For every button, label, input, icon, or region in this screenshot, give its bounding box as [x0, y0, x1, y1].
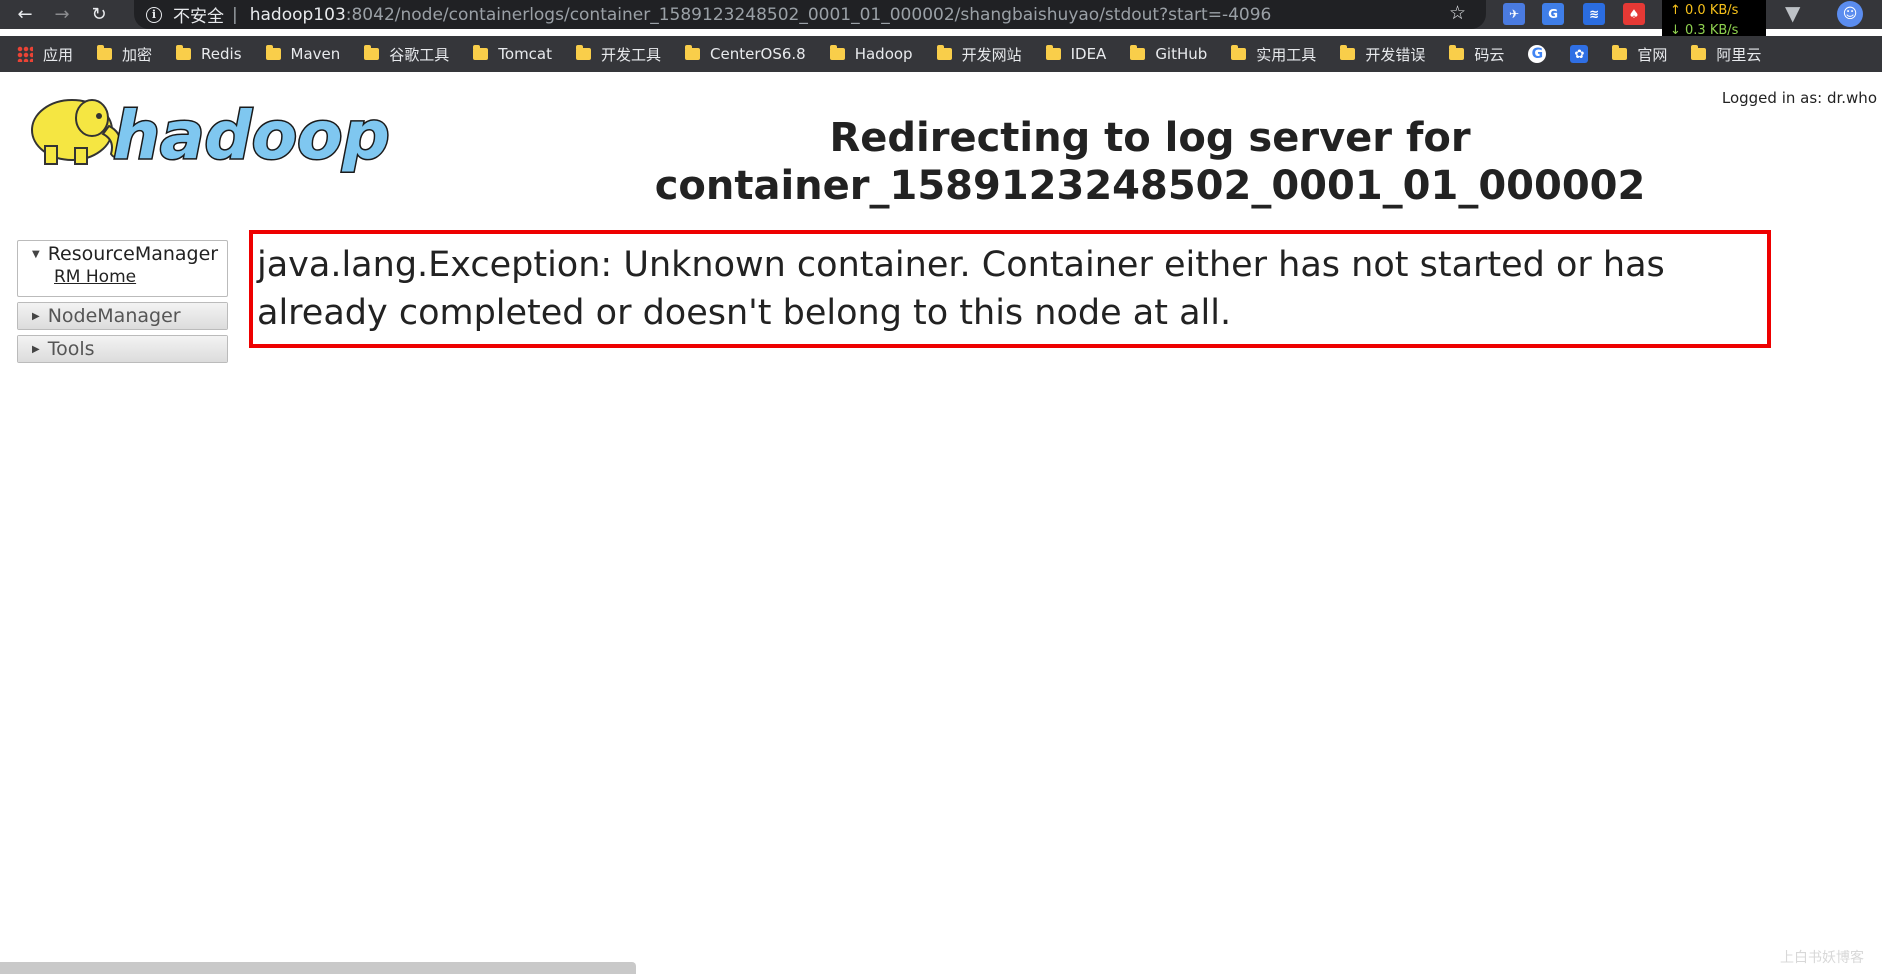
back-arrow-icon[interactable]: ←: [11, 1, 39, 29]
bookmark-folder[interactable]: GitHub: [1130, 45, 1207, 63]
folder-icon: [1340, 45, 1356, 60]
url-path: :8042/node/containerlogs/container_15891…: [345, 4, 1272, 25]
url-separator: |: [232, 4, 238, 25]
folder-icon: [176, 45, 192, 60]
bookmark-label: 码云: [1474, 45, 1505, 64]
bookmark-label: 官网: [1637, 45, 1668, 64]
bookmark-label: Redis: [201, 45, 242, 63]
extension-bird-icon[interactable]: ✈: [1503, 3, 1525, 25]
folder-icon: [936, 45, 952, 60]
bookmark-folder[interactable]: Redis: [176, 45, 242, 63]
bookmark-folder[interactable]: Maven: [265, 45, 341, 63]
bookmark-label: GitHub: [1155, 45, 1208, 63]
extension-v-icon[interactable]: ▼: [1785, 1, 1800, 25]
folder-icon: [364, 45, 380, 60]
upload-speed: ↑ 0.0 KB/s: [1670, 3, 1739, 18]
bookmark-label: 阿里云: [1716, 45, 1762, 64]
bookmark-label: 实用工具: [1256, 45, 1317, 64]
bookmark-label: 开发工具: [601, 45, 662, 64]
bookmark-folder[interactable]: 官网: [1612, 44, 1667, 65]
elephant-icon: [31, 99, 122, 165]
folder-icon: [829, 45, 845, 60]
bookmark-label: 应用: [43, 45, 74, 64]
nav-header-label: NodeManager: [47, 305, 181, 327]
address-bar[interactable]: i 不安全 | hadoop103 :8042/node/containerlo…: [134, 0, 1486, 29]
folder-icon: [1130, 45, 1146, 60]
extension-download-icon[interactable]: ≋: [1583, 3, 1605, 25]
nav-header-nodemanager[interactable]: ▶ NodeManager: [18, 303, 227, 329]
folder-icon: [1691, 45, 1707, 60]
browser-toolbar: ← → ↻ i 不安全 | hadoop103 :8042/node/conta…: [0, 0, 1882, 44]
bookmark-folder[interactable]: 码云: [1449, 44, 1504, 65]
profile-avatar-icon[interactable]: ☺: [1837, 1, 1863, 27]
bookmark-label: CenterOS6.8: [710, 45, 806, 63]
folder-icon: [576, 45, 592, 60]
sidebar-nav: ▼ ResourceManager RM Home ▶ NodeManager …: [17, 240, 228, 368]
folder-icon: [97, 45, 113, 60]
bookmark-folder[interactable]: 加密: [97, 44, 152, 65]
insecure-label: 不安全: [173, 7, 224, 27]
logged-in-label: Logged in as: dr.who: [1721, 89, 1877, 107]
bookmark-label: Hadoop: [854, 45, 913, 63]
bookmark-folder[interactable]: IDEA: [1045, 45, 1107, 63]
status-bar: [0, 962, 636, 974]
folder-icon: [265, 45, 281, 60]
watermark: 上白书妖博客: [1780, 950, 1864, 966]
url-host: hadoop103: [249, 4, 346, 25]
nav-section-tools: ▶ Tools: [17, 335, 228, 363]
bookmark-folder[interactable]: Tomcat: [473, 45, 552, 63]
bookmark-folder[interactable]: 开发错误: [1340, 44, 1425, 65]
forward-arrow-icon[interactable]: →: [48, 1, 76, 29]
hadoop-logo[interactable]: hadoop: [17, 88, 393, 178]
bookmark-label: 加密: [122, 45, 153, 64]
error-highlight-box: java.lang.Exception: Unknown container. …: [249, 230, 1771, 348]
bookmark-label: 谷歌工具: [389, 45, 450, 64]
bookmark-folder[interactable]: 阿里云: [1691, 44, 1761, 65]
folder-icon: [1045, 45, 1061, 60]
reload-icon[interactable]: ↻: [85, 1, 113, 29]
nav-section-resourcemanager: ▼ ResourceManager RM Home: [17, 240, 228, 297]
bookmark-label: Tomcat: [498, 45, 553, 63]
bookmark-label: 开发错误: [1365, 45, 1426, 64]
baidu-paw-icon[interactable]: ✿: [1570, 45, 1589, 63]
logo-text: hadoop: [113, 97, 390, 174]
folder-icon: [1449, 45, 1465, 60]
google-icon[interactable]: G: [1528, 45, 1547, 63]
bookmark-folder[interactable]: 开发网站: [936, 44, 1022, 65]
bookmark-star-icon[interactable]: ☆: [1449, 2, 1466, 24]
bookmark-label: 开发网站: [961, 45, 1022, 64]
nav-section-nodemanager: ▶ NodeManager: [17, 302, 228, 330]
nav-header-label: Tools: [47, 338, 95, 360]
extension-red-icon[interactable]: ♠: [1623, 3, 1645, 25]
caret-down-icon: ▼: [32, 248, 40, 260]
bookmark-folder[interactable]: CenterOS6.8: [685, 45, 806, 63]
folder-icon: [1231, 45, 1247, 60]
bookmark-label: IDEA: [1070, 45, 1107, 63]
nav-header-resourcemanager[interactable]: ▼ ResourceManager: [18, 241, 227, 267]
folder-icon: [1612, 45, 1628, 60]
extension-translate-icon[interactable]: G: [1542, 3, 1564, 25]
nav-header-tools[interactable]: ▶ Tools: [18, 336, 227, 362]
bookmark-folder[interactable]: 谷歌工具: [364, 44, 449, 65]
bookmark-apps[interactable]: 应用: [17, 44, 73, 65]
bookmarks-bar: 应用 加密 Redis Maven 谷歌工具 Tomcat 开发工具 Cente…: [0, 36, 1882, 72]
page-title: Redirecting to log server for container_…: [654, 115, 1646, 209]
info-icon[interactable]: i: [146, 6, 162, 23]
bookmark-folder[interactable]: Hadoop: [829, 45, 913, 63]
bookmark-folder[interactable]: 开发工具: [576, 44, 661, 65]
apps-grid-icon: [17, 46, 33, 62]
nav-link-rm-home[interactable]: RM Home: [18, 267, 227, 296]
folder-icon: [685, 45, 701, 60]
error-message: java.lang.Exception: Unknown container. …: [257, 245, 1665, 333]
bookmark-folder[interactable]: 实用工具: [1231, 44, 1316, 65]
bookmark-label: Maven: [290, 45, 341, 63]
nav-header-label: ResourceManager: [47, 243, 219, 265]
caret-right-icon: ▶: [32, 343, 40, 355]
folder-icon: [473, 45, 489, 60]
caret-right-icon: ▶: [32, 310, 40, 322]
